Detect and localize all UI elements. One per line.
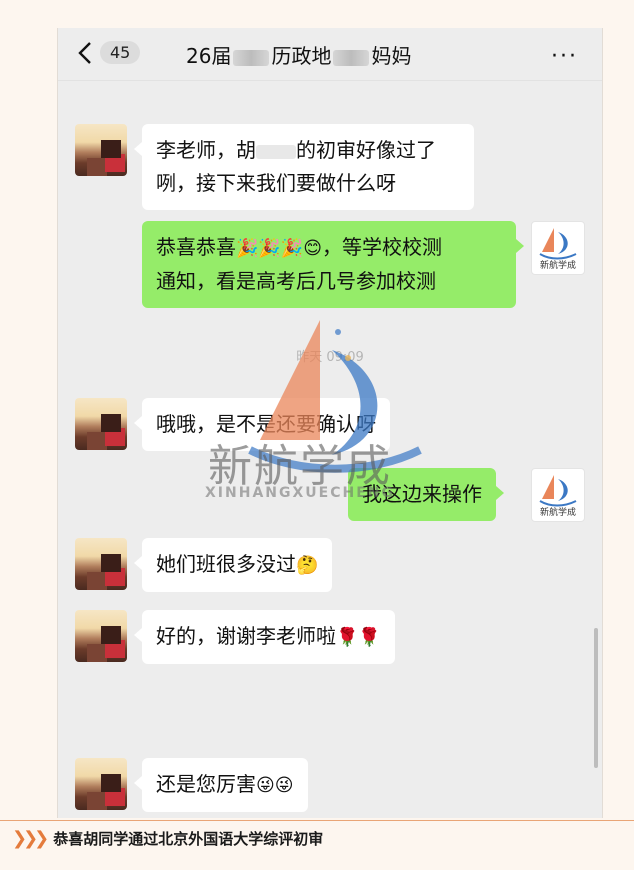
message-text: 的初审好像过了 (296, 138, 436, 162)
chevron-left-icon (78, 42, 91, 64)
chat-title-part: 26届 (186, 44, 232, 68)
message-bubble[interactable]: 恭喜恭喜🎉🎉🎉😊，等学校校测 通知，看是高考后几号参加校测 (142, 221, 524, 308)
message-text: 她们班很多没过 (156, 552, 296, 576)
more-options-button[interactable]: ··· (551, 44, 578, 69)
message-text: 恭喜恭喜 (156, 235, 236, 259)
unread-count-badge: 45 (100, 41, 141, 64)
caption-divider (0, 820, 634, 821)
brand-avatar-caption: 新航学成 (539, 261, 576, 271)
message-bubble[interactable]: 李老师，胡 的初审好像过了 咧，接下来我们要做什么呀 (134, 124, 474, 210)
avatar[interactable] (75, 124, 127, 176)
message-text: 还是您厉害 (156, 772, 256, 796)
caption-text: 恭喜胡同学通过北京外国语大学综评初审 (53, 830, 324, 848)
message-text: 好的，谢谢李老师啦 (156, 624, 336, 648)
thinking-emoji: 🤔 (296, 555, 319, 576)
image-caption: ❯❯❯ 恭喜胡同学通过北京外国语大学综评初审 (12, 828, 323, 849)
brand-avatar[interactable]: 新航学成 (531, 221, 585, 275)
watermark-subtext: XINHANGXUECHENG (205, 485, 395, 501)
avatar[interactable] (75, 538, 127, 590)
back-button[interactable] (76, 40, 96, 66)
message-text: 通知，看是高考后几号参加校测 (156, 269, 436, 293)
chat-title-part: 历政地 (271, 44, 332, 68)
brand-avatar[interactable]: 新航学成 (531, 468, 585, 522)
chat-scrollbar[interactable] (594, 628, 598, 768)
timestamp: 昨天 09:09 (296, 350, 364, 365)
brand-avatar-caption: 新航学成 (539, 508, 576, 518)
chat-title-part: 妈妈 (371, 44, 412, 68)
chat-title: 26届 历政地 妈妈 (186, 40, 411, 69)
message-bubble[interactable]: 她们班很多没过🤔 (133, 538, 333, 592)
redacted-block (333, 49, 370, 66)
message-text: ，等学校校测 (322, 235, 443, 259)
message-text: 咧，接下来我们要做什么呀 (156, 171, 396, 195)
avatar[interactable] (75, 758, 127, 810)
chat-header: 45 26届 历政地 妈妈 ··· (58, 28, 602, 81)
tongue-emoji: 😜😜 (256, 775, 294, 796)
party-emoji: 🎉🎉🎉😊 (236, 238, 323, 259)
double-chevron-icon: ❯❯❯ (12, 828, 49, 849)
chat-screen: 45 26届 历政地 妈妈 ··· 李老师，胡 的初审好像过了 咧，接下来我们要做什么… (57, 28, 603, 818)
redacted-block (233, 49, 270, 66)
redacted-block (256, 144, 296, 159)
message-bubble[interactable]: 还是您厉害😜😜 (134, 758, 308, 812)
rose-emoji: 🌹🌹 (336, 627, 381, 648)
message-bubble[interactable]: 好的，谢谢李老师啦🌹🌹 (134, 610, 395, 664)
avatar[interactable] (75, 398, 127, 450)
message-text: 李老师，胡 (156, 138, 256, 162)
avatar[interactable] (75, 610, 127, 662)
